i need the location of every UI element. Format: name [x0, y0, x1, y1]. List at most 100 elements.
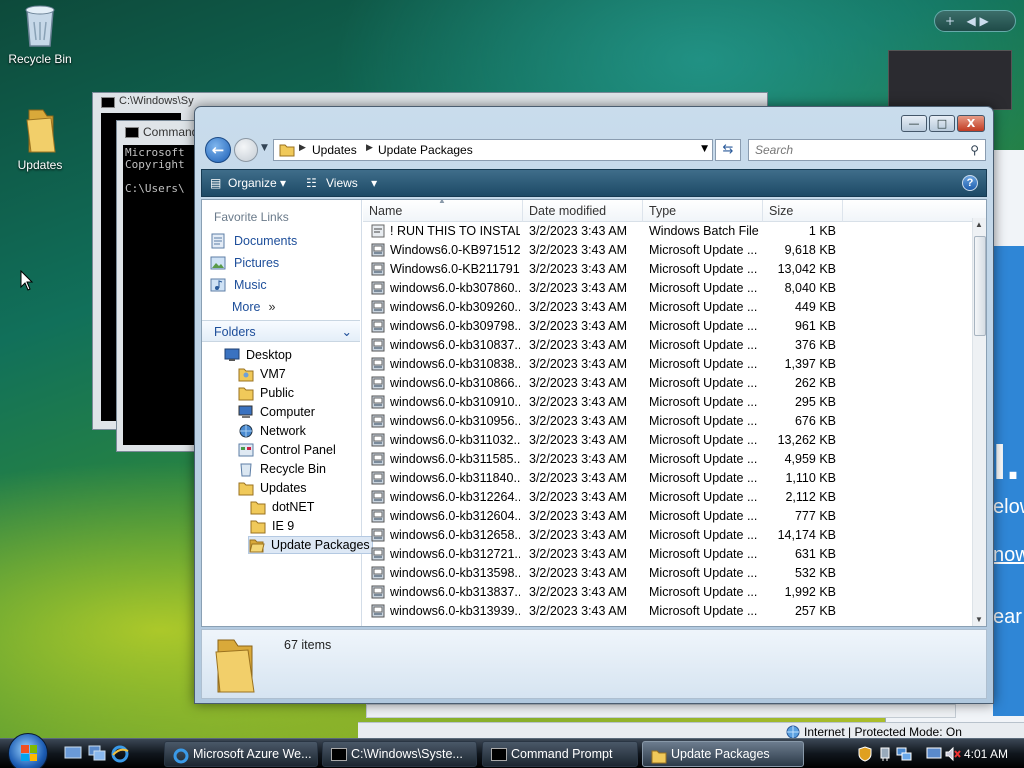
safely-remove-icon[interactable] — [878, 746, 892, 762]
file-row[interactable]: windows6.0-kb309260... 3/2/2023 3:43 AM Mi… — [363, 298, 973, 317]
desktop-icon-recycle-bin[interactable]: Recycle Bin — [0, 2, 80, 66]
file-row[interactable]: windows6.0-kb312721... 3/2/2023 3:43 AM Mi… — [363, 545, 973, 564]
tree-item-update-packages[interactable]: Update Packages — [248, 536, 373, 554]
close-button[interactable]: X — [957, 115, 985, 132]
tree-item-public[interactable]: Public — [238, 384, 294, 402]
file-row[interactable]: windows6.0-kb313939... 3/2/2023 3:43 AM Mi… — [363, 602, 973, 621]
organize-button[interactable]: Organize ▾ — [228, 176, 286, 190]
start-button[interactable] — [8, 733, 48, 768]
tree-item-computer[interactable]: Computer — [238, 403, 315, 421]
show-desktop-icon[interactable] — [64, 745, 82, 761]
file-name: windows6.0-kb307860... — [390, 281, 520, 295]
switch-windows-icon[interactable] — [88, 745, 106, 761]
file-row[interactable]: windows6.0-kb310866... 3/2/2023 3:43 AM Mi… — [363, 374, 973, 393]
file-row[interactable]: Windows6.0-KB971512... 3/2/2023 3:43 AM Mi… — [363, 241, 973, 260]
background-horizontal-scrollbar[interactable] — [366, 704, 956, 718]
taskbar-item-command-prompt[interactable]: Command Prompt — [482, 741, 638, 767]
file-date: 3/2/2023 3:43 AM — [529, 604, 627, 618]
volume-muted-icon[interactable] — [944, 746, 962, 762]
tree-item-vm7[interactable]: VM7 — [238, 365, 286, 383]
favorite-link-more[interactable]: More » — [232, 298, 275, 316]
favorite-link-label: Music — [234, 278, 267, 292]
folder-icon — [238, 482, 254, 496]
file-size: 631 KB — [794, 547, 836, 561]
column-header-size[interactable]: Size — [763, 200, 843, 222]
favorite-link-documents[interactable]: Documents — [210, 232, 297, 250]
tree-item-recycle-bin[interactable]: Recycle Bin — [238, 460, 326, 478]
file-size: 1 KB — [808, 224, 836, 238]
scroll-up-icon[interactable]: ▲ — [975, 220, 983, 229]
chevron-down-icon: ⌄ — [341, 325, 352, 339]
desktop-icon-updates[interactable]: Updates — [0, 106, 80, 172]
file-row[interactable]: ! RUN THIS TO INSTAL... 3/2/2023 3:43 AM W… — [363, 222, 973, 241]
breadcrumb-updates[interactable]: Updates — [312, 143, 357, 157]
file-row[interactable]: windows6.0-kb311585... 3/2/2023 3:43 AM Mi… — [363, 450, 973, 469]
security-shield-icon[interactable] — [858, 746, 872, 762]
scroll-thumb[interactable] — [974, 236, 986, 336]
network-tray-icon[interactable] — [896, 746, 912, 762]
search-input[interactable]: Search ⚲ — [748, 139, 986, 161]
column-header-date[interactable]: Date modified — [523, 200, 643, 222]
explorer-window[interactable]: — □ X ← ▼ ▶ Updates ▶ Update Packages ▼ … — [194, 106, 994, 704]
search-icon[interactable]: ⚲ — [970, 143, 979, 157]
column-header-name[interactable]: ▲ Name — [363, 200, 523, 222]
file-row[interactable]: windows6.0-kb309798... 3/2/2023 3:43 AM Mi… — [363, 317, 973, 336]
cmd-window-command-prompt[interactable]: Command Microsoft Copyright C:\Users\ — [116, 120, 206, 452]
file-row[interactable]: windows6.0-kb313837... 3/2/2023 3:43 AM Mi… — [363, 583, 973, 602]
tree-item-network[interactable]: Network — [238, 422, 306, 440]
file-row[interactable]: windows6.0-kb311032... 3/2/2023 3:43 AM Mi… — [363, 431, 973, 450]
update-package-icon — [371, 243, 385, 257]
help-button[interactable]: ? — [962, 175, 978, 191]
tree-item-dotnet[interactable]: dotNET — [250, 498, 314, 516]
breadcrumb-update-packages[interactable]: Update Packages — [378, 143, 473, 157]
file-size: 449 KB — [794, 300, 836, 314]
file-type: Microsoft Update ... — [649, 471, 758, 485]
file-row[interactable]: windows6.0-kb310910... 3/2/2023 3:43 AM Mi… — [363, 393, 973, 412]
file-row[interactable]: windows6.0-kb313598... 3/2/2023 3:43 AM Mi… — [363, 564, 973, 583]
update-package-icon — [371, 414, 385, 428]
file-row[interactable]: windows6.0-kb312604... 3/2/2023 3:43 AM Mi… — [363, 507, 973, 526]
monitor-icon[interactable] — [926, 746, 942, 762]
file-row[interactable]: Windows6.0-KB211791... 3/2/2023 3:43 AM Mi… — [363, 260, 973, 279]
file-row[interactable]: windows6.0-kb311840... 3/2/2023 3:43 AM Mi… — [363, 469, 973, 488]
clock[interactable]: 4:01 AM — [964, 747, 1008, 761]
address-bar[interactable]: ▶ Updates ▶ Update Packages ▼ — [273, 139, 713, 161]
file-row[interactable]: windows6.0-kb312658... 3/2/2023 3:43 AM Mi… — [363, 526, 973, 545]
taskbar-item-cmd-system[interactable]: C:\Windows\Syste... — [322, 741, 477, 767]
tree-item-updates[interactable]: Updates — [238, 479, 307, 497]
tree-item-ie9[interactable]: IE 9 — [250, 517, 294, 535]
taskbar-item-update-packages[interactable]: Update Packages — [642, 741, 804, 767]
maximize-button[interactable]: □ — [929, 115, 955, 132]
sidebar-controls[interactable]: + ◀ ▶ — [934, 10, 1016, 32]
globe-icon — [786, 725, 800, 739]
forward-button[interactable] — [234, 138, 258, 162]
taskbar-item-azure[interactable]: Microsoft Azure We... — [164, 741, 318, 767]
tree-item-label: Public — [260, 386, 295, 400]
file-type: Microsoft Update ... — [649, 509, 758, 523]
file-row[interactable]: windows6.0-kb310838... 3/2/2023 3:43 AM Mi… — [363, 355, 973, 374]
file-row[interactable]: windows6.0-kb312264... 3/2/2023 3:43 AM Mi… — [363, 488, 973, 507]
back-button[interactable]: ← — [205, 137, 231, 163]
update-package-icon — [371, 490, 385, 504]
favorite-link-music[interactable]: Music — [210, 276, 267, 294]
minimize-button[interactable]: — — [901, 115, 927, 132]
refresh-button[interactable]: ⇆ — [715, 139, 741, 161]
file-row[interactable]: windows6.0-kb310956... 3/2/2023 3:43 AM Mi… — [363, 412, 973, 431]
file-row[interactable]: windows6.0-kb310837... 3/2/2023 3:43 AM Mi… — [363, 336, 973, 355]
folders-header[interactable]: Folders ⌄ — [202, 320, 360, 342]
file-name: windows6.0-kb311840... — [390, 471, 520, 485]
favorite-link-pictures[interactable]: Pictures — [210, 254, 279, 272]
address-history-dropdown[interactable]: ▼ — [701, 144, 708, 154]
column-header-type[interactable]: Type — [643, 200, 763, 222]
tree-item-control-panel[interactable]: Control Panel — [238, 441, 336, 459]
file-size: 676 KB — [794, 414, 836, 428]
cmd-icon — [331, 748, 347, 761]
tree-item-desktop[interactable]: Desktop — [224, 346, 292, 364]
recent-pages-dropdown[interactable]: ▼ — [261, 143, 268, 153]
scroll-down-icon[interactable]: ▼ — [975, 615, 983, 624]
file-name: windows6.0-kb312604... — [390, 509, 520, 523]
internet-explorer-icon[interactable] — [111, 745, 129, 763]
views-button[interactable]: Views ▾ — [326, 176, 377, 190]
vertical-scrollbar[interactable]: ▲ ▼ — [972, 218, 986, 626]
file-row[interactable]: windows6.0-kb307860... 3/2/2023 3:43 AM Mi… — [363, 279, 973, 298]
